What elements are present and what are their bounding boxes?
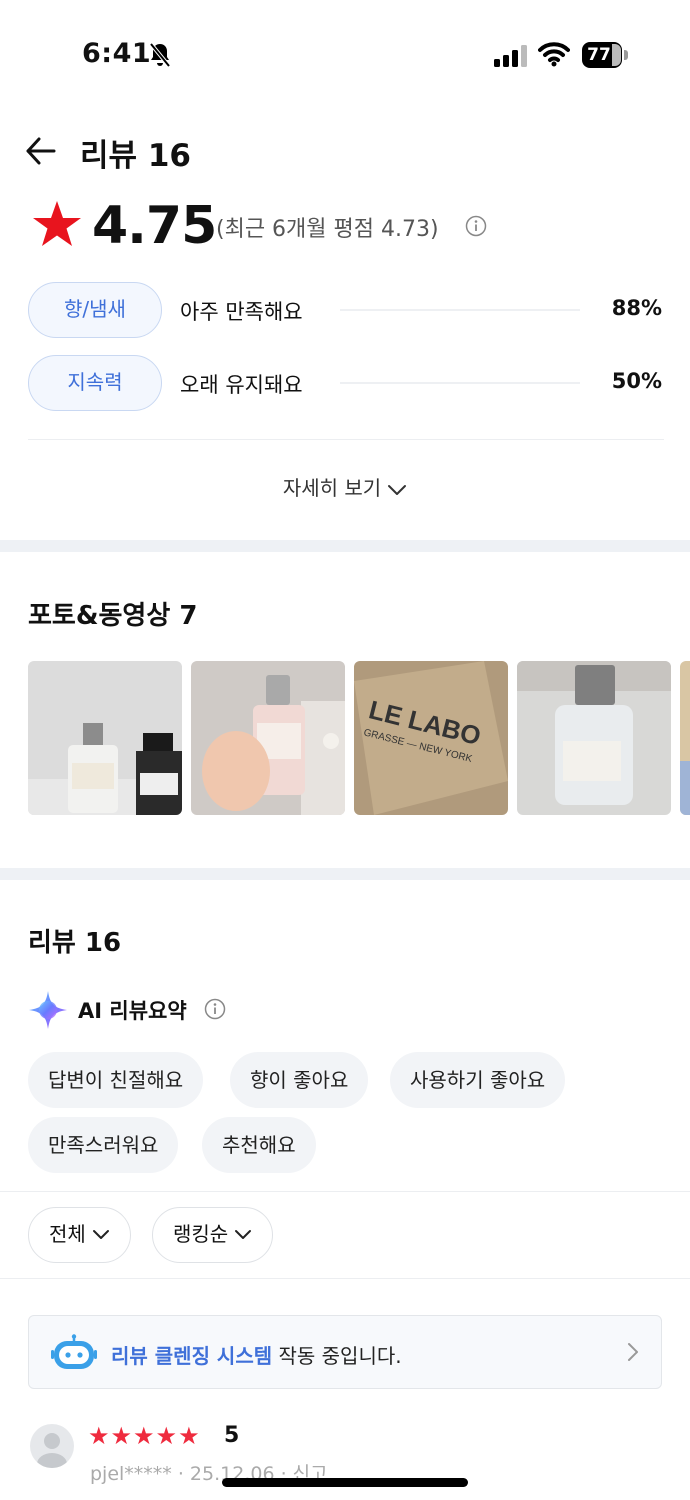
cleansing-rest: 작동 중입니다. bbox=[272, 1344, 402, 1368]
attribute-label: 오래 유지돼요 bbox=[180, 373, 303, 397]
photo-thumbnail[interactable] bbox=[191, 661, 345, 815]
star-icon bbox=[32, 200, 82, 252]
cleansing-message: 리뷰 클렌징 시스템 작동 중입니다. bbox=[111, 1340, 402, 1369]
photo-thumbnail[interactable] bbox=[28, 661, 182, 815]
review-section-title: 리뷰 16 bbox=[28, 928, 122, 958]
ai-sparkle-icon bbox=[28, 990, 68, 1034]
summary-chip[interactable]: 사용하기 좋아요 bbox=[390, 1052, 566, 1108]
home-indicator[interactable] bbox=[222, 1478, 468, 1487]
section-separator bbox=[0, 868, 690, 880]
sort-label: 랭킹순 bbox=[173, 1222, 229, 1246]
summary-chip[interactable]: 답변이 친절해요 bbox=[28, 1052, 204, 1108]
bell-muted-icon bbox=[148, 42, 172, 72]
review-score: 5 bbox=[224, 1423, 240, 1448]
filter-label: 전체 bbox=[49, 1222, 86, 1246]
chevron-down-icon bbox=[92, 1229, 109, 1239]
recent-rating: (최근 6개월 평점 4.73) bbox=[216, 217, 439, 242]
info-icon[interactable] bbox=[204, 998, 226, 1024]
battery-indicator: 77 bbox=[582, 42, 628, 68]
attribute-row-longevity: 지속력 오래 유지돼요 50% bbox=[28, 355, 664, 411]
see-details-label: 자세히 보기 bbox=[282, 476, 382, 500]
filter-all-dropdown[interactable]: 전체 bbox=[28, 1207, 131, 1263]
status-time: 6:41 bbox=[82, 38, 152, 69]
back-arrow-icon[interactable] bbox=[24, 134, 58, 172]
status-bar: 6:41 77 bbox=[0, 0, 690, 110]
page-title: 리뷰 16 bbox=[80, 138, 191, 174]
attribute-tag: 향/냄새 bbox=[28, 282, 162, 338]
attribute-label: 아주 만족해요 bbox=[180, 300, 303, 324]
review-cleansing-banner[interactable]: 리뷰 클렌징 시스템 작동 중입니다. bbox=[28, 1315, 662, 1389]
summary-chip[interactable]: 추천해요 bbox=[202, 1117, 316, 1173]
review-stars: ★★★★★ bbox=[88, 1422, 201, 1450]
photo-thumbnail[interactable]: LE LABO GRASSE — NEW YORK bbox=[354, 661, 508, 815]
divider bbox=[0, 1278, 690, 1279]
chevron-down-icon bbox=[235, 1229, 252, 1239]
attribute-divider bbox=[340, 382, 580, 384]
attribute-percent: 88% bbox=[611, 296, 662, 320]
rating-value: 4.75 bbox=[92, 196, 217, 256]
battery-level: 77 bbox=[587, 45, 611, 65]
chevron-down-icon bbox=[388, 484, 407, 495]
photo-section-title: 포토&동영상 7 bbox=[28, 601, 198, 631]
section-separator bbox=[0, 540, 690, 552]
attribute-divider bbox=[340, 309, 580, 311]
photo-thumbnail[interactable] bbox=[680, 661, 690, 815]
info-icon[interactable] bbox=[465, 215, 487, 241]
attribute-percent: 50% bbox=[611, 369, 662, 393]
summary-chip[interactable]: 향이 좋아요 bbox=[230, 1052, 369, 1108]
attribute-row-scent: 향/냄새 아주 만족해요 88% bbox=[28, 282, 664, 338]
photo-thumbnail[interactable] bbox=[517, 661, 671, 815]
signal-icon bbox=[494, 45, 528, 71]
divider bbox=[28, 439, 664, 440]
summary-chip[interactable]: 만족스러워요 bbox=[28, 1117, 179, 1173]
chevron-right-icon bbox=[627, 1342, 639, 1366]
divider bbox=[0, 1191, 690, 1192]
attribute-tag: 지속력 bbox=[28, 355, 162, 411]
robot-icon bbox=[51, 1334, 97, 1376]
sort-ranking-dropdown[interactable]: 랭킹순 bbox=[152, 1207, 274, 1263]
photo-strip[interactable]: LE LABO GRASSE — NEW YORK bbox=[28, 661, 690, 815]
see-details-button[interactable]: 자세히 보기 bbox=[0, 472, 690, 501]
avatar bbox=[30, 1424, 74, 1468]
wifi-icon bbox=[538, 41, 570, 71]
ai-summary-title: AI 리뷰요약 bbox=[78, 999, 187, 1023]
cleansing-highlight: 리뷰 클렌징 시스템 bbox=[111, 1344, 273, 1368]
